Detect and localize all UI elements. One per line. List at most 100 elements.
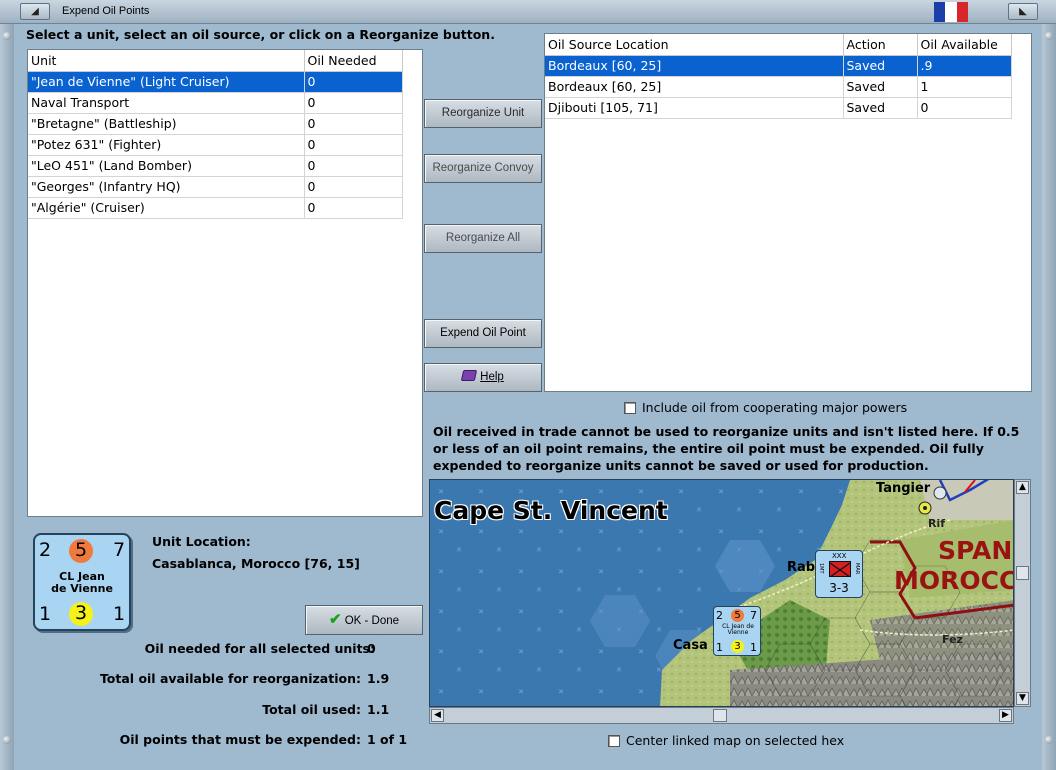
column-header-oil-available[interactable]: Oil Available xyxy=(917,34,1012,56)
scroll-left-button[interactable]: ◀ xyxy=(431,709,444,722)
unit-name: "Georges" (Infantry HQ) xyxy=(28,176,305,198)
unit-location-label: Unit Location: xyxy=(152,534,251,549)
reorganize-convoy-button[interactable]: Reorganize Convoy xyxy=(424,154,542,183)
help-label: Help xyxy=(480,371,504,383)
title-bar: ◢ Expend Oil Points ◣ xyxy=(0,0,1056,24)
hq-counter-side-left: 1MT xyxy=(818,563,824,574)
map-vertical-scrollbar[interactable]: ▲ ▼ xyxy=(1014,479,1031,707)
table-row[interactable]: "Algérie" (Cruiser) 0 xyxy=(28,197,403,219)
help-book-icon xyxy=(461,370,478,381)
oil-needed-stat: Oil needed for all selected units: xyxy=(145,641,375,656)
checkmark-icon: ✔ xyxy=(328,611,342,628)
column-header-oil-needed[interactable]: Oil Needed xyxy=(304,50,403,72)
expend-oil-point-button[interactable]: Expend Oil Point xyxy=(424,319,542,348)
oil-needed-value: 0 xyxy=(304,197,403,219)
unit-list-panel[interactable]: Unit Oil Needed "Jean de Vienne" (Light … xyxy=(27,49,423,517)
unit-name: "LeO 451" (Land Bomber) xyxy=(28,155,305,177)
sea-zone-label: Cape St. Vincent xyxy=(434,496,668,525)
unit-location-value: Casablanca, Morocco [76, 15] xyxy=(152,556,360,571)
map-naval-counter[interactable]: 2 5 7 CL Jean de Vienne 1 3 1 xyxy=(713,606,761,656)
map-infantry-counter[interactable]: XXX 1MT MAR 3-3 xyxy=(815,550,863,598)
mini-counter-name: CL Jean de Vienne xyxy=(722,623,754,636)
map-label-rabat: Rab xyxy=(787,560,816,575)
dropdown-arrow-icon: ◢ xyxy=(31,6,39,17)
checkbox-box[interactable] xyxy=(608,734,620,747)
source-location: Djibouti [105, 71] xyxy=(545,97,844,119)
unit-table: Unit Oil Needed "Jean de Vienne" (Light … xyxy=(28,50,403,219)
hq-counter-value: 3-3 xyxy=(829,581,849,595)
window-frame-right xyxy=(1042,24,1056,770)
total-available-stat-label: Total oil available for reorganization: xyxy=(99,671,361,686)
oil-needed-value: 0 xyxy=(304,92,403,114)
counter-attack-circle: 5 xyxy=(69,539,93,563)
oil-source-table: Oil Source Location Action Oil Available… xyxy=(545,34,1012,119)
counter-bottom-left: 1 xyxy=(39,603,52,625)
map-horizontal-scrollbar[interactable]: ◀ ▶ xyxy=(429,707,1014,724)
unit-name: "Potez 631" (Fighter) xyxy=(28,134,305,156)
scroll-down-button[interactable]: ▼ xyxy=(1016,692,1029,705)
counter-move-circle: 3 xyxy=(69,602,93,626)
instruction-text: Select a unit, select an oil source, or … xyxy=(26,27,495,42)
corner-icon: ◣ xyxy=(1019,6,1027,17)
source-action: Saved xyxy=(843,76,918,98)
counter-top-right: 7 xyxy=(113,539,126,561)
vertical-scroll-thumb[interactable] xyxy=(1016,566,1029,580)
oil-needed-value: 0 xyxy=(304,155,403,177)
map-label-tangier: Tangier xyxy=(876,481,931,496)
table-row[interactable]: "LeO 451" (Land Bomber) 0 xyxy=(28,155,403,177)
mini-top-right: 7 xyxy=(750,609,757,622)
oil-source-panel[interactable]: Oil Source Location Action Oil Available… xyxy=(544,33,1032,392)
total-used-stat: Total oil used: xyxy=(262,702,361,717)
counter-top-left: 2 xyxy=(39,539,52,561)
unit-name: "Algérie" (Cruiser) xyxy=(28,197,305,219)
horizontal-scroll-thumb[interactable] xyxy=(713,709,727,722)
ok-done-label: OK - Done xyxy=(344,615,400,627)
table-row[interactable]: "Potez 631" (Fighter) 0 xyxy=(28,134,403,156)
source-location: Bordeaux [60, 25] xyxy=(545,76,844,98)
linked-map[interactable]: ✕ ✕ xyxy=(429,479,1014,707)
country-label-spanish: SPAN xyxy=(938,536,1013,565)
column-header-oil-source-location[interactable]: Oil Source Location xyxy=(545,34,844,56)
must-expend-stat-label: Oil points that must be expended: xyxy=(119,732,361,747)
column-header-unit[interactable]: Unit xyxy=(28,50,305,72)
table-row[interactable]: "Jean de Vienne" (Light Cruiser) 0 xyxy=(28,71,403,93)
reorganize-all-button[interactable]: Reorganize All xyxy=(424,224,542,253)
source-location: Bordeaux [60, 25] xyxy=(545,55,844,77)
total-used-stat-value: 1.1 xyxy=(367,702,390,717)
ok-done-button[interactable]: ✔ OK - Done xyxy=(305,605,423,635)
table-row[interactable]: "Bretagne" (Battleship) 0 xyxy=(28,113,403,135)
table-row[interactable]: Bordeaux [60, 25] Saved 1 xyxy=(545,76,1012,98)
infantry-symbol-icon xyxy=(829,561,851,578)
total-available-stat: Total oil available for reorganization: xyxy=(100,671,361,686)
total-available-stat-value: 1.9 xyxy=(367,671,390,686)
scroll-right-button[interactable]: ▶ xyxy=(999,709,1012,722)
counter-bottom-right: 1 xyxy=(113,603,126,625)
table-row[interactable]: Naval Transport 0 xyxy=(28,92,403,114)
center-linked-map-checkbox[interactable]: Center linked map on selected hex xyxy=(608,733,844,748)
window-title: Expend Oil Points xyxy=(62,5,150,17)
include-oil-checkbox[interactable]: Include oil from cooperating major power… xyxy=(624,400,907,415)
window-menu-button[interactable]: ◢ xyxy=(20,3,50,20)
help-button[interactable]: Help xyxy=(424,363,542,392)
reorganize-unit-button[interactable]: Reorganize Unit xyxy=(424,99,542,128)
table-row[interactable]: Djibouti [105, 71] Saved 0 xyxy=(545,97,1012,119)
window-close-button[interactable]: ◣ xyxy=(1008,3,1038,20)
source-action: Saved xyxy=(843,55,918,77)
oil-needed-value: 0 xyxy=(304,71,403,93)
checkbox-box[interactable] xyxy=(624,401,636,414)
column-header-action[interactable]: Action xyxy=(843,34,918,56)
table-row[interactable]: Bordeaux [60, 25] Saved .9 xyxy=(545,55,1012,77)
oil-needed-value: 0 xyxy=(304,134,403,156)
oil-needed-value: 0 xyxy=(304,113,403,135)
unit-counter: 2 5 7 CL Jean de Vienne 1 3 1 xyxy=(33,533,131,631)
table-row[interactable]: "Georges" (Infantry HQ) 0 xyxy=(28,176,403,198)
map-label-rif: Rif xyxy=(928,517,946,530)
mini-move-circle: 3 xyxy=(731,640,744,653)
scroll-up-button[interactable]: ▲ xyxy=(1016,481,1029,494)
oil-rules-note: Oil received in trade cannot be used to … xyxy=(433,424,1020,473)
oil-needed-stat-label: Oil needed for all selected units: xyxy=(144,641,375,656)
oil-needed-stat-value: 0 xyxy=(367,641,376,656)
counter-name-line2: de Vienne xyxy=(51,582,113,595)
counter-name: CL Jean de Vienne xyxy=(35,571,129,595)
source-action: Saved xyxy=(843,97,918,119)
